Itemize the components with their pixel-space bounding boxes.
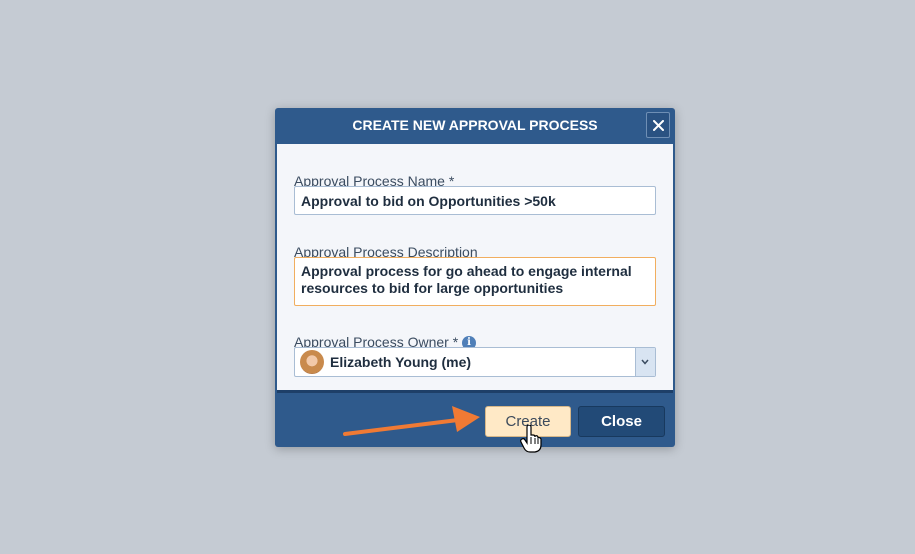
process-owner-select[interactable]: Elizabeth Young (me) (294, 347, 656, 377)
process-description-textarea[interactable]: Approval process for go ahead to engage … (294, 257, 656, 306)
dialog-body: Approval Process Name * Approval Process… (277, 144, 673, 393)
process-name-input[interactable] (294, 186, 656, 215)
close-button[interactable]: Close (578, 406, 665, 437)
chevron-down-icon (641, 359, 649, 365)
hand-pointer-icon (520, 425, 542, 453)
avatar (300, 350, 324, 374)
dropdown-toggle[interactable] (635, 348, 655, 376)
dialog-close-button[interactable] (646, 112, 670, 138)
annotation-arrow-icon (343, 406, 480, 436)
dialog-title: CREATE NEW APPROVAL PROCESS (352, 117, 598, 133)
close-icon (653, 120, 664, 131)
create-approval-process-dialog: CREATE NEW APPROVAL PROCESS Approval Pro… (275, 108, 675, 447)
owner-selected-value: Elizabeth Young (me) (330, 354, 472, 370)
